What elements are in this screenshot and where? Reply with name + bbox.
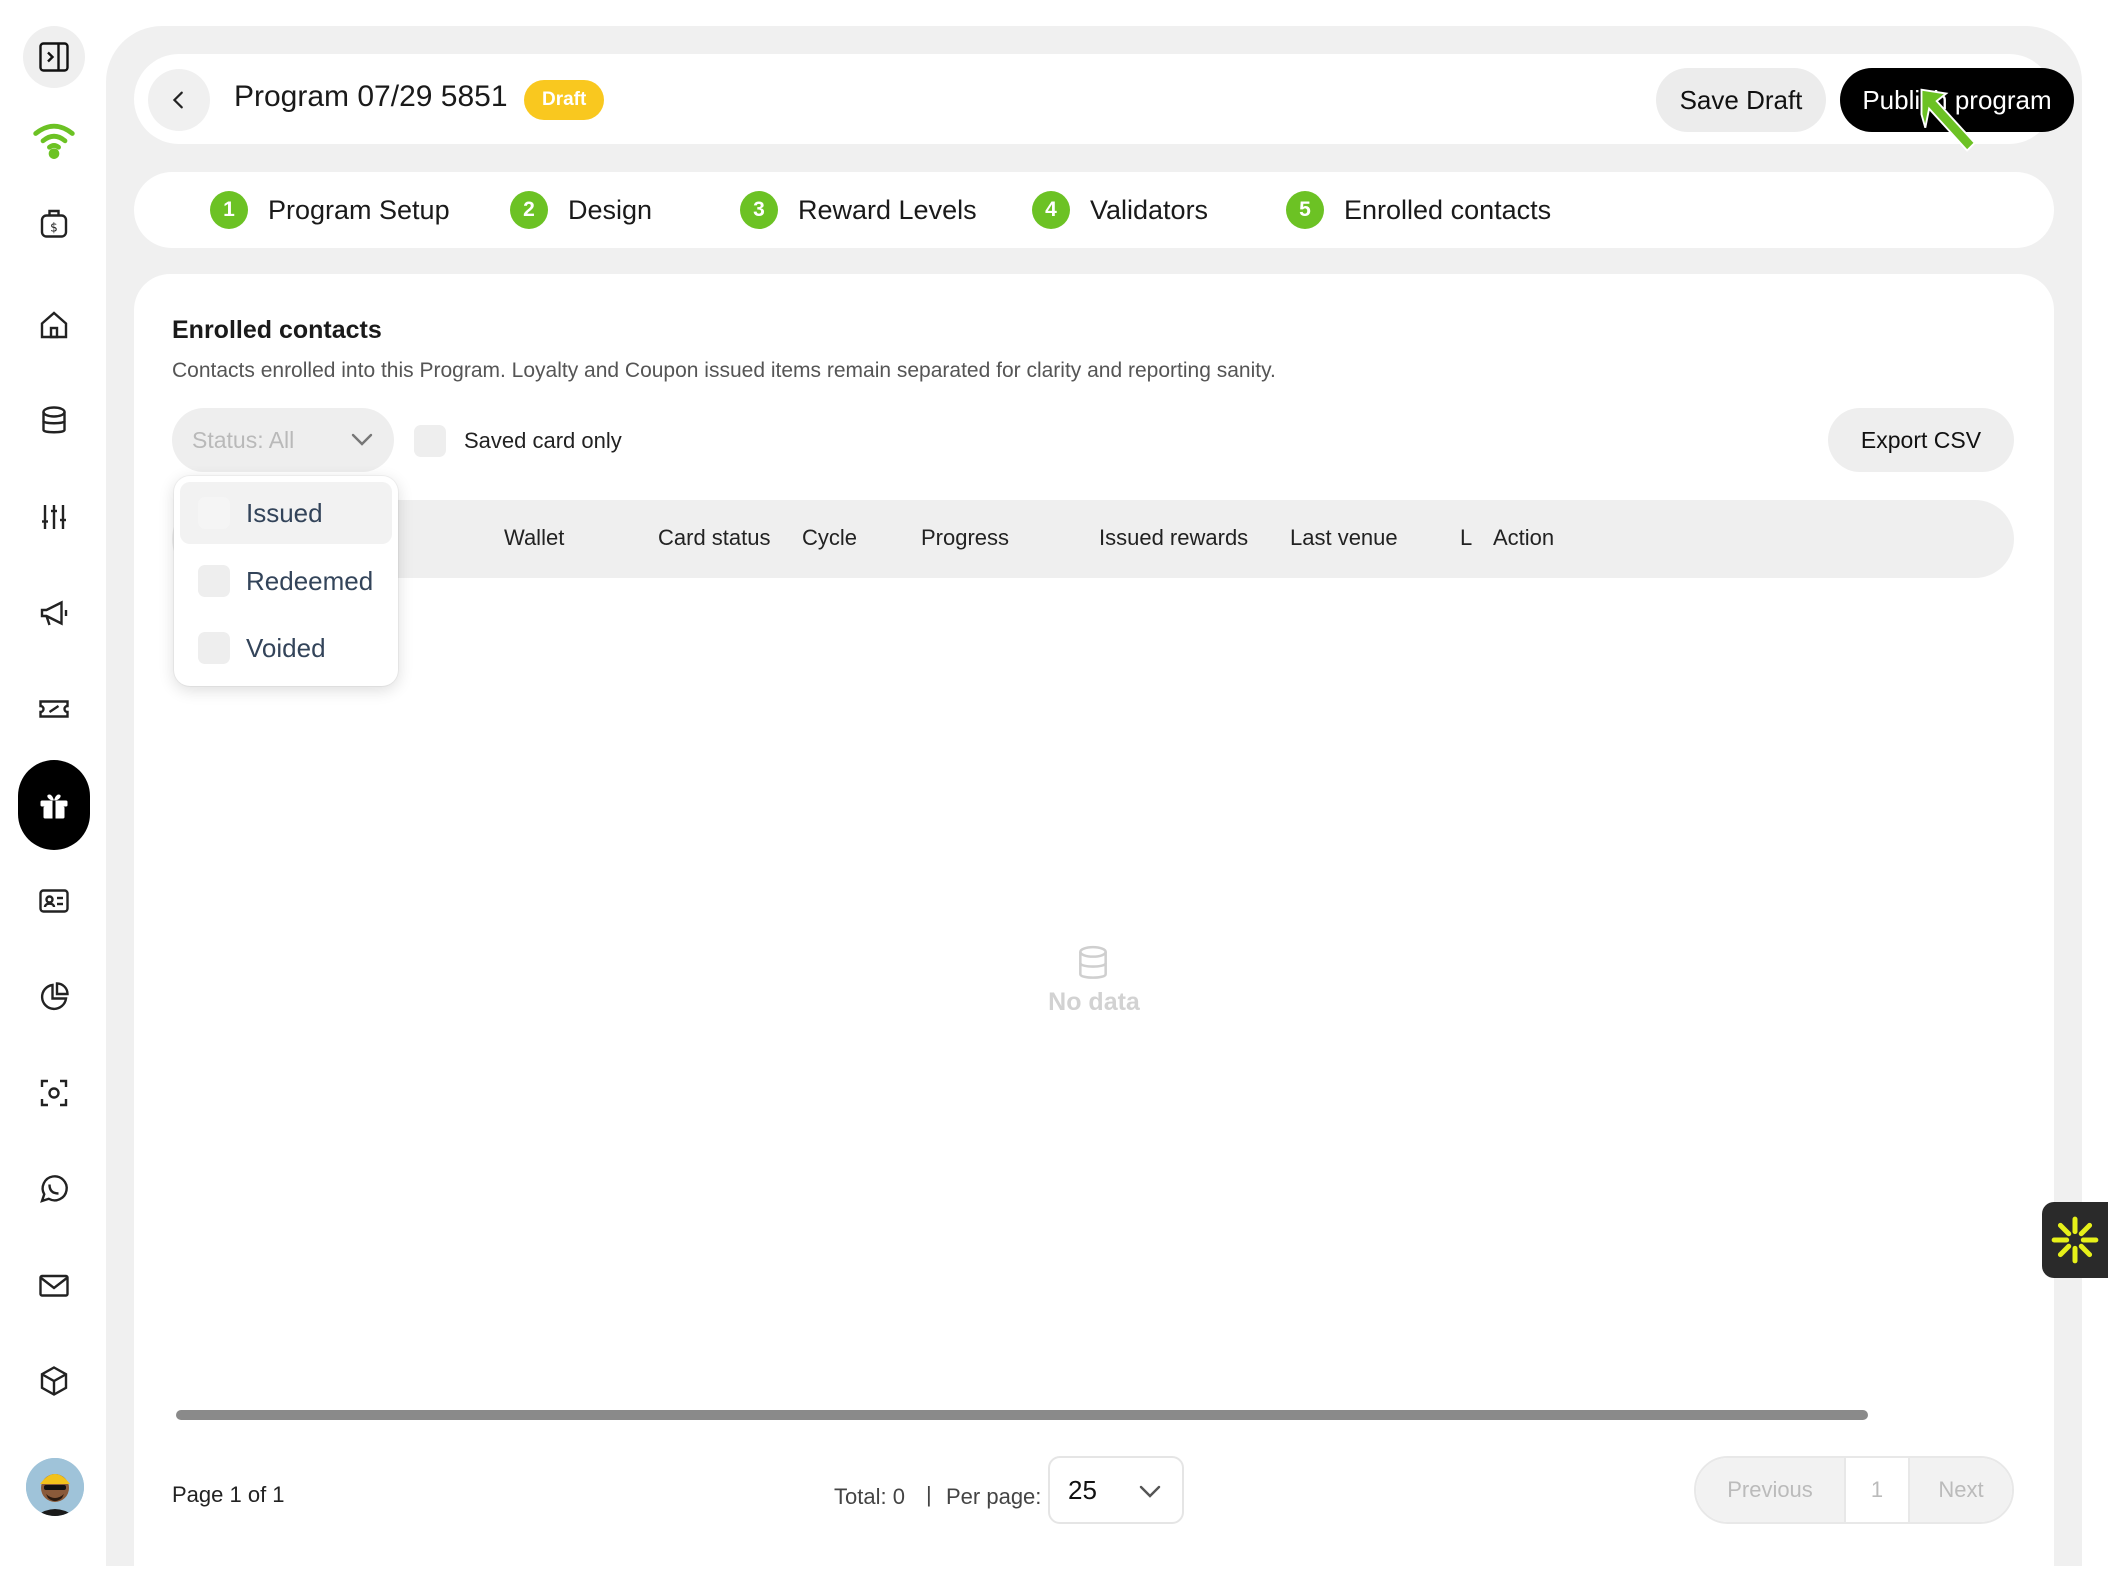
assistant-widget-button[interactable]: [2042, 1202, 2108, 1278]
database-icon[interactable]: [23, 390, 85, 452]
contact-card-icon[interactable]: [23, 870, 85, 932]
page-header: Program 07/29 5851 Draft Save Draft Publ…: [134, 54, 2074, 144]
step-number: 3: [740, 191, 778, 229]
status-badge: Draft: [524, 80, 605, 120]
next-page-button[interactable]: Next: [1910, 1458, 2012, 1522]
status-dropdown-menu: Issued Redeemed Voided: [174, 476, 398, 686]
step-label: Reward Levels: [798, 194, 977, 225]
pointer-arrow-icon: [1920, 88, 1977, 152]
page-number-button[interactable]: 1: [1846, 1458, 1910, 1522]
step-number: 1: [210, 191, 248, 229]
previous-page-button[interactable]: Previous: [1696, 1458, 1846, 1522]
page-title: Program 07/29 5851: [234, 80, 508, 113]
step-number: 2: [510, 191, 548, 229]
column-header-card-status[interactable]: Card status: [658, 525, 771, 551]
box-icon[interactable]: [23, 1350, 85, 1412]
pie-chart-icon[interactable]: [23, 966, 85, 1028]
sparkle-icon: [2051, 1216, 2099, 1264]
whatsapp-icon[interactable]: [23, 1158, 85, 1220]
saved-card-checkbox[interactable]: [414, 425, 446, 457]
main-shell: Program 07/29 5851 Draft Save Draft Publ…: [106, 26, 2082, 1574]
step-reward-levels[interactable]: 3 Reward Levels: [740, 191, 977, 229]
sliders-icon[interactable]: [23, 486, 85, 548]
chevron-down-icon: [1139, 1485, 1161, 1498]
section-subtitle: Contacts enrolled into this Program. Loy…: [172, 359, 1276, 382]
back-button[interactable]: [148, 69, 210, 131]
step-label: Design: [568, 194, 653, 225]
wifi-logo-icon[interactable]: [23, 108, 85, 170]
step-number: 5: [1286, 191, 1324, 229]
status-filter-select[interactable]: Status: All: [172, 408, 394, 472]
page-info: Page 1 of 1: [172, 1482, 285, 1507]
megaphone-icon[interactable]: [23, 582, 85, 644]
total-count: Total: 0: [834, 1484, 905, 1509]
option-checkbox[interactable]: [198, 565, 230, 597]
enrolled-contacts-card: Enrolled contacts Contacts enrolled into…: [134, 274, 2054, 1574]
separator: |: [926, 1482, 932, 1507]
home-icon[interactable]: [23, 294, 85, 356]
horizontal-scrollbar[interactable]: [176, 1410, 1868, 1420]
column-header-wallet[interactable]: Wallet: [504, 525, 564, 551]
step-label: Enrolled contacts: [1344, 194, 1552, 225]
status-filter-value: Status: All: [192, 426, 295, 453]
mail-icon[interactable]: [23, 1254, 85, 1316]
per-page-label: Per page:: [946, 1484, 1042, 1509]
column-header-cycle[interactable]: Cycle: [802, 525, 857, 551]
column-header-action[interactable]: Action: [1493, 525, 1554, 551]
sidebar: $: [0, 0, 106, 1540]
per-page-select[interactable]: 25: [1048, 1456, 1184, 1524]
stepper: 1 Program Setup 2 Design 3 Reward Levels…: [134, 172, 2054, 248]
option-label: Redeemed: [246, 565, 374, 596]
option-checkbox[interactable]: [198, 497, 230, 529]
saved-card-label: Saved card only: [464, 428, 622, 453]
step-design[interactable]: 2 Design: [510, 191, 652, 229]
step-program-setup[interactable]: 1 Program Setup: [210, 191, 450, 229]
pagination-control: Previous 1 Next: [1694, 1456, 2014, 1524]
wallet-icon[interactable]: $: [23, 192, 85, 254]
step-label: Program Setup: [268, 194, 450, 225]
option-label: Voided: [246, 632, 326, 663]
status-option-redeemed[interactable]: Redeemed: [180, 550, 392, 612]
svg-text:$: $: [50, 220, 58, 234]
section-title: Enrolled contacts: [172, 316, 382, 344]
gift-icon[interactable]: [18, 760, 90, 850]
export-csv-button[interactable]: Export CSV: [1828, 408, 2014, 472]
column-header-l[interactable]: L: [1460, 525, 1472, 551]
column-header-issued-rewards[interactable]: Issued rewards: [1099, 525, 1248, 551]
option-label: Issued: [246, 497, 323, 528]
empty-database-icon: [1079, 945, 1107, 979]
table-header: Wallet Card status Cycle Progress Issued…: [172, 500, 2014, 578]
status-option-voided[interactable]: Voided: [180, 617, 392, 679]
step-label: Validators: [1090, 194, 1209, 225]
step-validators[interactable]: 4 Validators: [1032, 191, 1208, 229]
column-header-last-venue[interactable]: Last venue: [1290, 525, 1398, 551]
sidebar-toggle-icon[interactable]: [23, 26, 85, 88]
option-checkbox[interactable]: [198, 632, 230, 664]
save-draft-button[interactable]: Save Draft: [1656, 68, 1826, 132]
chevron-left-icon: [172, 91, 183, 109]
per-page-value: 25: [1068, 1474, 1097, 1505]
status-option-issued[interactable]: Issued: [180, 482, 392, 544]
step-number: 4: [1032, 191, 1070, 229]
ticket-icon[interactable]: [23, 678, 85, 740]
step-enrolled-contacts[interactable]: 5 Enrolled contacts: [1286, 191, 1551, 229]
avatar[interactable]: [26, 1458, 84, 1516]
empty-state-text: No data: [1048, 988, 1140, 1016]
scan-icon[interactable]: [23, 1062, 85, 1124]
chevron-down-icon: [351, 433, 373, 446]
column-header-progress[interactable]: Progress: [921, 525, 1009, 551]
